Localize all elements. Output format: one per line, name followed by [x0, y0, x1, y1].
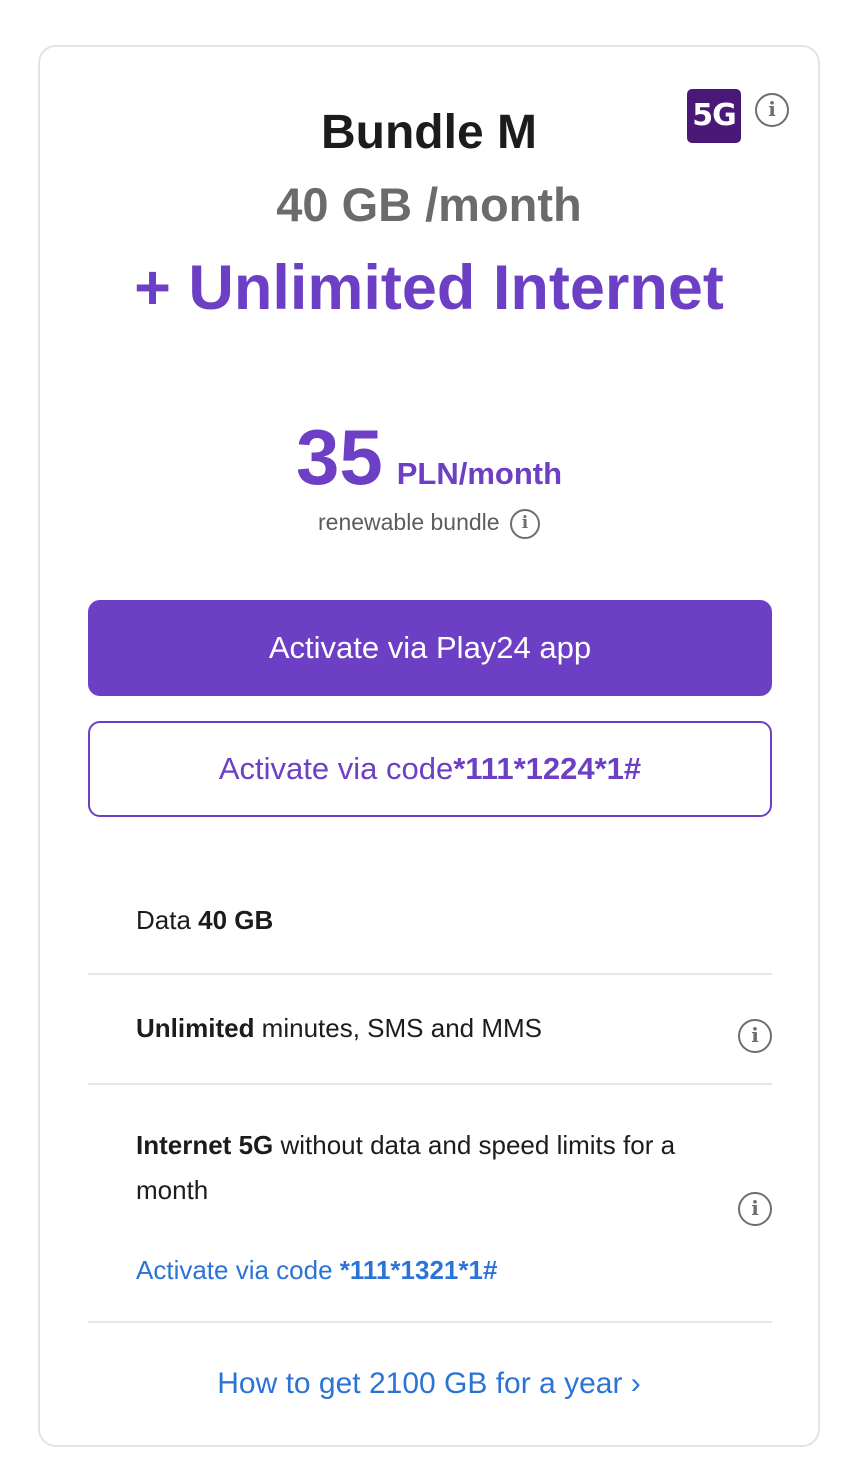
- feature-unlimited-internet: Internet 5G without data and speed limit…: [88, 1085, 772, 1323]
- feature-value: Unlimited: [136, 1013, 255, 1043]
- bundle-card: 5G i Bundle M 40 GB /month + Unlimited I…: [38, 45, 820, 1447]
- link-label: Activate via code: [136, 1255, 340, 1285]
- feature-data: Data 40 GB: [88, 867, 772, 975]
- feature-label: Data: [136, 905, 199, 935]
- feature-value: Internet 5G: [136, 1130, 274, 1160]
- activate-code-value: *111*1224*1#: [453, 751, 642, 786]
- bundle-title: Bundle M: [321, 106, 537, 159]
- feature-unlimited-calls: Unlimited minutes, SMS and MMS i: [88, 975, 772, 1085]
- bundle-data-amount: 40 GB /month: [276, 178, 582, 231]
- price: 35 PLN/month: [40, 412, 818, 503]
- activate-code-label: Activate via code: [218, 751, 454, 786]
- renewable-label: renewable bundle: [318, 509, 500, 536]
- price-amount: 35: [295, 413, 383, 501]
- activate-code-button[interactable]: Activate via code*111*1224*1#: [88, 721, 772, 817]
- info-icon[interactable]: i: [509, 509, 540, 539]
- renewable-note: renewable bundle i: [40, 509, 818, 539]
- feature-value: 40 GB: [198, 905, 274, 935]
- howto-link[interactable]: How to get 2100 GB for a year ›: [40, 1367, 818, 1401]
- activate-app-button[interactable]: Activate via Play24 app: [88, 600, 772, 696]
- bundle-extra: + Unlimited Internet: [134, 253, 724, 323]
- feature-label: minutes, SMS and MMS: [254, 1013, 542, 1043]
- info-icon[interactable]: i: [738, 1192, 772, 1226]
- info-icon[interactable]: i: [738, 1019, 772, 1053]
- features-list: Data 40 GB Unlimited minutes, SMS and MM…: [88, 867, 772, 1323]
- link-code: *111*1321*1#: [339, 1255, 498, 1285]
- activate-internet-code-link[interactable]: Activate via code *111*1321*1#: [136, 1255, 497, 1286]
- price-unit: PLN/month: [396, 456, 563, 491]
